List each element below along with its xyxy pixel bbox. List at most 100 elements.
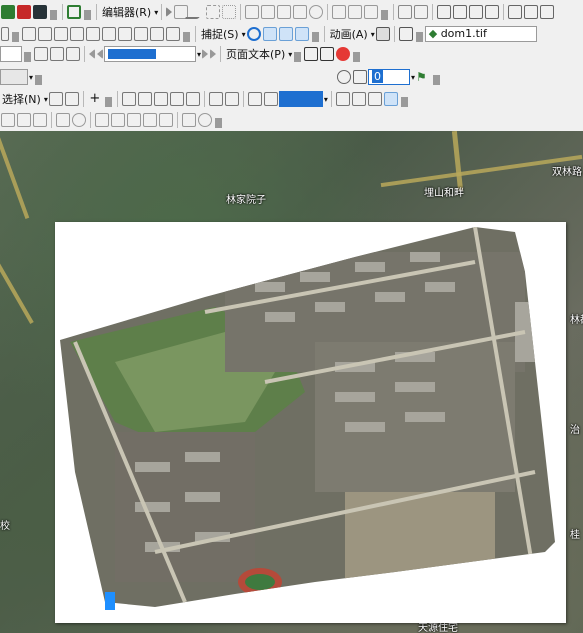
measure-area-icon[interactable]	[72, 113, 86, 127]
group-icon[interactable]	[121, 92, 136, 106]
gamma-icon[interactable]	[198, 113, 212, 127]
table-icon[interactable]	[38, 27, 52, 41]
selection-menu[interactable]: 选择(N)	[0, 91, 43, 107]
splined-text-icon[interactable]	[367, 92, 382, 106]
ungroup-icon[interactable]	[137, 92, 152, 106]
callout-icon[interactable]	[351, 92, 366, 106]
rotate-icon[interactable]	[309, 5, 324, 19]
toolbar-grip[interactable]	[415, 32, 423, 42]
next-page-icon[interactable]	[202, 49, 209, 59]
vertex-snap-icon[interactable]	[278, 27, 293, 41]
create-features-icon[interactable]	[364, 5, 379, 19]
nudge-icon[interactable]	[185, 92, 200, 106]
point-snap-icon[interactable]	[246, 27, 261, 41]
histogram-icon[interactable]	[353, 70, 368, 84]
page-text-menu[interactable]: 页面文本(P)	[224, 46, 287, 62]
text-icon[interactable]	[335, 92, 350, 106]
pin-icon[interactable]	[336, 47, 351, 61]
bring-front-icon[interactable]	[153, 92, 168, 106]
page-select[interactable]	[104, 46, 196, 62]
align-right-icon[interactable]	[224, 92, 239, 106]
scale-field[interactable]	[0, 46, 22, 62]
animation-menu[interactable]: 动画(A)	[328, 26, 370, 42]
animation-manager-icon[interactable]	[398, 27, 413, 41]
flicker-icon[interactable]	[111, 113, 125, 127]
select-elements-icon[interactable]	[64, 92, 79, 106]
layout-view-icon[interactable]	[383, 92, 398, 106]
partial-icon[interactable]	[1, 27, 9, 41]
contrast-icon[interactable]	[159, 113, 173, 127]
model-icon[interactable]	[67, 5, 81, 19]
cut-polygon-icon[interactable]	[277, 5, 292, 19]
send-back-icon[interactable]	[169, 92, 184, 106]
map-display[interactable]: 林家院子 埋山和畔 双林路 天源住宅 校 林都 治 桂	[0, 131, 583, 633]
copy-icon[interactable]	[437, 5, 452, 19]
plus-icon[interactable]: +	[88, 92, 102, 106]
align-left-icon[interactable]	[208, 92, 223, 106]
transparency-icon[interactable]	[127, 113, 141, 127]
window-icon[interactable]	[33, 5, 47, 19]
measure-icon[interactable]	[150, 27, 164, 41]
align-icon[interactable]	[508, 5, 523, 19]
draw-curve-icon[interactable]	[33, 113, 47, 127]
point-icon[interactable]	[222, 5, 237, 19]
last-page-icon[interactable]	[210, 49, 217, 59]
draw-line-icon[interactable]	[1, 113, 15, 127]
distribute-v-icon[interactable]	[263, 92, 278, 106]
toolbar-grip[interactable]	[294, 52, 302, 62]
report-icon[interactable]	[70, 27, 84, 41]
toolbar-grip[interactable]	[433, 75, 441, 85]
effects-icon[interactable]	[143, 113, 157, 127]
toolbar-grip[interactable]	[50, 10, 57, 20]
distribute-icon[interactable]	[540, 5, 555, 19]
toolbox-icon[interactable]	[17, 5, 31, 19]
style-select[interactable]	[0, 69, 28, 85]
attributes-icon[interactable]	[332, 5, 347, 19]
previous-page-icon[interactable]	[97, 49, 103, 59]
identify-icon[interactable]	[134, 27, 148, 41]
toolbar-grip[interactable]	[104, 97, 112, 107]
toolbar-grip[interactable]	[12, 32, 19, 42]
toolbar-grip[interactable]	[353, 52, 361, 62]
catalog-icon[interactable]	[1, 5, 15, 19]
add-data-icon[interactable]	[118, 27, 132, 41]
layer-select[interactable]: ◆ dom1.tif	[424, 26, 537, 42]
layer-2-icon[interactable]	[485, 5, 500, 19]
flag-icon[interactable]: ⚑	[416, 70, 430, 84]
distribute-h-icon[interactable]	[247, 92, 262, 106]
end-snap-icon[interactable]	[262, 27, 277, 41]
paste-icon[interactable]	[453, 5, 468, 19]
toolbar-grip[interactable]	[24, 52, 31, 62]
band-select[interactable]: 0	[368, 69, 411, 85]
frame-icon[interactable]	[304, 47, 319, 61]
toolbar-grip[interactable]	[311, 32, 319, 42]
orthophoto-image[interactable]	[55, 222, 566, 623]
align-2-icon[interactable]	[524, 5, 539, 19]
color-select[interactable]	[278, 91, 323, 107]
frame-2-icon[interactable]	[320, 47, 335, 61]
page-icon[interactable]	[50, 47, 64, 61]
brightness-icon[interactable]	[182, 113, 196, 127]
edit-vertices-icon[interactable]	[245, 5, 260, 19]
split-icon[interactable]	[293, 5, 308, 19]
camera-icon[interactable]	[375, 27, 390, 41]
editor-menu[interactable]: 编辑器(R)	[100, 4, 153, 20]
georef-icon[interactable]	[398, 5, 413, 19]
snapping-menu[interactable]: 捕捉(S)	[199, 26, 241, 42]
select-features-icon[interactable]	[48, 92, 63, 106]
toolbar-grip[interactable]	[381, 10, 389, 20]
chart-icon[interactable]	[54, 27, 68, 41]
georef-2-icon[interactable]	[414, 5, 429, 19]
model-builder-icon[interactable]	[86, 27, 100, 41]
python-icon[interactable]	[102, 27, 116, 41]
grid-icon[interactable]	[66, 47, 80, 61]
layout-page[interactable]	[55, 222, 566, 623]
layer-icon[interactable]	[469, 5, 484, 19]
hyperlink-icon[interactable]	[166, 27, 180, 41]
toolbar-grip[interactable]	[183, 32, 190, 42]
reshape-icon[interactable]	[261, 5, 276, 19]
data-frame-icon[interactable]	[34, 47, 48, 61]
toolbar-grip[interactable]	[400, 97, 408, 107]
toolbar-grip[interactable]	[84, 10, 91, 20]
draw-arrow-icon[interactable]	[17, 113, 31, 127]
